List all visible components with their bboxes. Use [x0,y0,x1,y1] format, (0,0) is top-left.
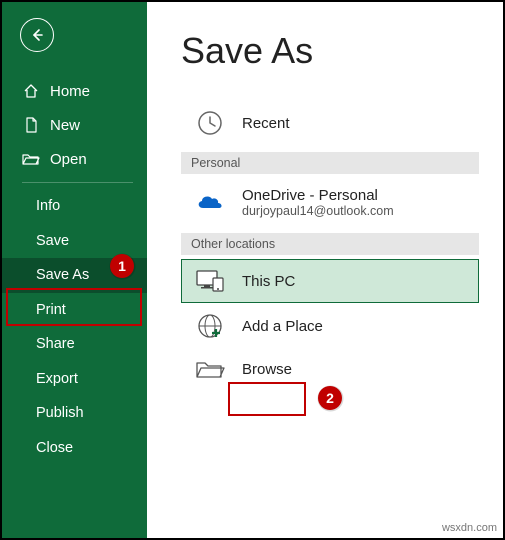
nav-save[interactable]: Save [2,224,147,259]
nav-new-label: New [50,118,80,133]
new-doc-icon [22,117,40,133]
back-button[interactable] [20,18,54,52]
browse-folder-icon [192,358,228,380]
nav-print-label: Print [36,303,66,318]
watermark: wsxdn.com [442,522,497,534]
nav-close-label: Close [36,441,73,456]
locations-list: Recent Personal OneDrive - Personal durj… [181,100,479,389]
onedrive-email: durjoypaul14@outlook.com [242,204,394,218]
nav-export[interactable]: Export [2,362,147,397]
browse-label: Browse [242,361,292,378]
callout-1: 1 [110,254,134,278]
onedrive-cloud-icon [192,193,228,213]
nav-info[interactable]: Info [2,189,147,224]
this-pc-label: This PC [242,273,295,290]
nav-save-as-label: Save As [36,268,89,283]
nav-save-label: Save [36,234,69,249]
nav-export-label: Export [36,372,78,387]
nav-info-label: Info [36,199,60,214]
nav-home-label: Home [50,84,90,99]
nav-share[interactable]: Share [2,327,147,362]
location-browse[interactable]: Browse [181,349,479,389]
nav-new[interactable]: New [2,108,147,142]
recent-clock-icon [192,109,228,137]
section-other: Other locations [181,233,479,255]
onedrive-text: OneDrive - Personal durjoypaul14@outlook… [242,187,394,218]
add-place-label: Add a Place [242,318,323,335]
nav-print[interactable]: Print [2,293,147,328]
nav-separator [22,182,133,183]
nav-open-label: Open [50,152,87,167]
section-personal: Personal [181,152,479,174]
nav-open[interactable]: Open [2,142,147,176]
nav-close[interactable]: Close [2,431,147,466]
location-recent[interactable]: Recent [181,100,479,146]
home-icon [22,83,40,99]
main-panel: Save As Recent Personal OneDrive - Perso… [147,2,503,538]
back-arrow-icon [29,27,45,43]
onedrive-title: OneDrive - Personal [242,187,394,204]
location-recent-label: Recent [242,115,290,132]
add-place-icon [192,312,228,340]
location-this-pc[interactable]: This PC [181,259,479,303]
nav-publish-label: Publish [36,406,84,421]
nav-publish[interactable]: Publish [2,396,147,431]
open-folder-icon [22,151,40,167]
page-title: Save As [181,30,479,72]
nav-home[interactable]: Home [2,74,147,108]
location-onedrive[interactable]: OneDrive - Personal durjoypaul14@outlook… [181,178,479,227]
backstage-frame: Home New Open Info Save Save As Print Sh… [0,0,505,540]
this-pc-icon [192,268,228,294]
location-add-place[interactable]: Add a Place [181,303,479,349]
callout-2: 2 [318,386,342,410]
nav-share-label: Share [36,337,75,352]
